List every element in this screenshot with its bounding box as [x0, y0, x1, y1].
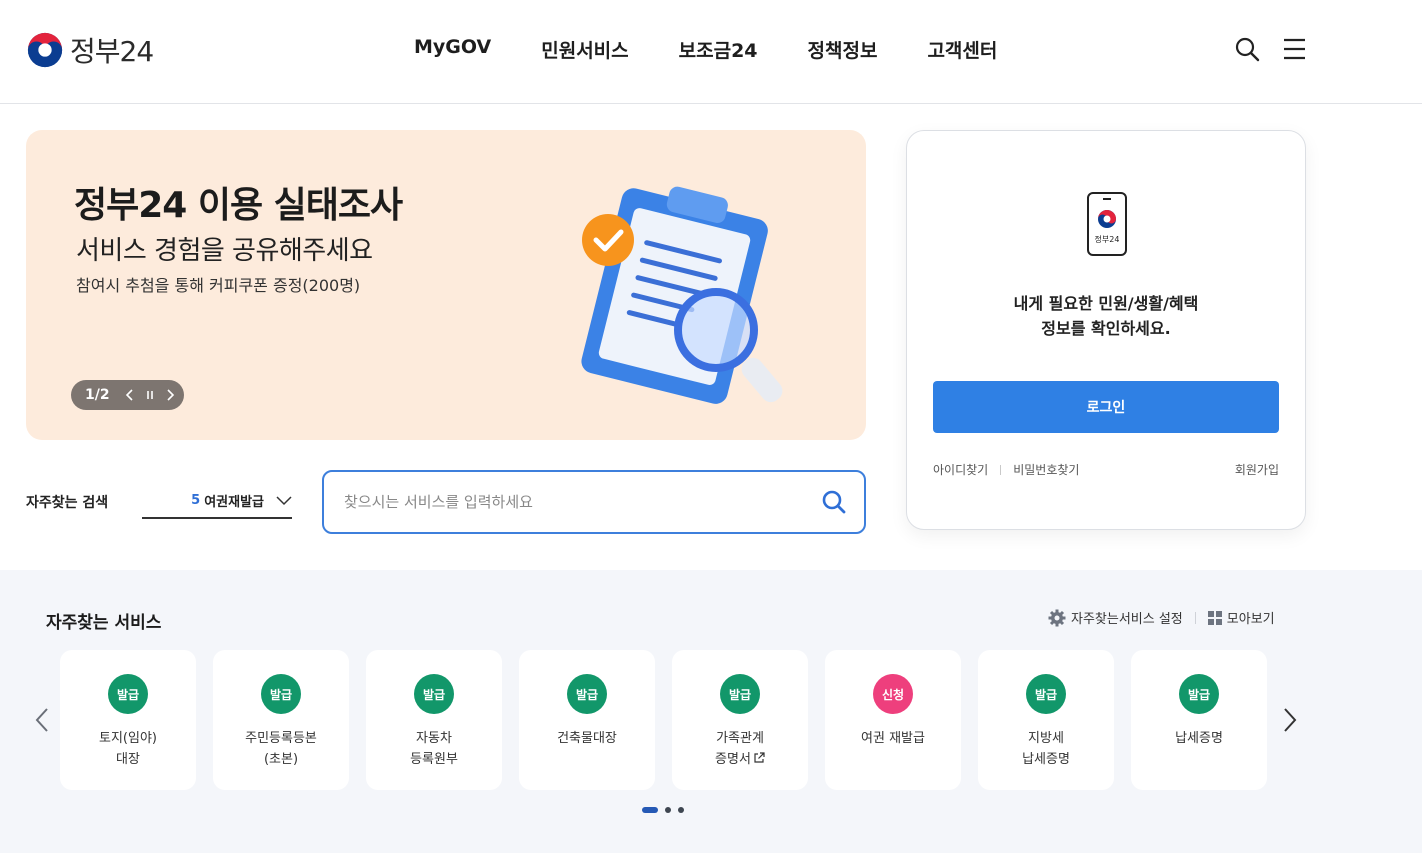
banner-pause-button[interactable] — [140, 385, 160, 405]
chevron-right-icon — [167, 389, 174, 401]
popular-search-label: 자주찾는 검색 — [26, 495, 109, 511]
login-message-line2: 정보를 확인하세요. — [1041, 319, 1171, 338]
site-header: 정부24 MyGOV 민원서비스 보조금24 정책정보 고객센터 — [0, 0, 1422, 104]
logo-text: 정부24 — [70, 35, 154, 68]
issue-badge: 발급 — [261, 674, 301, 714]
services-tools: 자주찾는서비스 설정 모아보기 — [1048, 608, 1275, 627]
login-links: 아이디찾기 비밀번호찾기 회원가입 — [933, 461, 1279, 478]
nav-mygov[interactable]: MyGOV — [414, 36, 491, 63]
service-card-family-certificate[interactable]: 발급 가족관계 증명서 — [672, 650, 808, 790]
service-search-box — [322, 470, 866, 534]
hamburger-menu-icon[interactable] — [1281, 36, 1307, 62]
main-nav: MyGOV 민원서비스 보조금24 정책정보 고객센터 — [414, 36, 997, 63]
service-card-label: 주민등록등본 (초본) — [245, 731, 317, 767]
service-card-passport-reissue[interactable]: 신청 여권 재발급 — [825, 650, 961, 790]
login-button[interactable]: 로그인 — [933, 381, 1279, 433]
nav-civil-services[interactable]: 민원서비스 — [541, 36, 628, 63]
service-cards: 발급 토지(임야) 대장 발급 주민등록등본 (초본) 발급 자동차 등록원부 … — [60, 650, 1267, 790]
issue-badge: 발급 — [414, 674, 454, 714]
service-search-button[interactable] — [804, 472, 864, 532]
popular-keyword-dropdown[interactable]: 5 여권재발급 — [142, 484, 292, 519]
service-card-label: 자동차 등록원부 — [410, 731, 458, 767]
banner-prev-button[interactable] — [120, 385, 140, 405]
issue-badge: 발급 — [1179, 674, 1219, 714]
services-settings-button[interactable]: 자주찾는서비스 설정 — [1048, 608, 1183, 627]
nav-customer-center[interactable]: 고객센터 — [927, 36, 997, 63]
banner-subtitle: 서비스 경험을 공유해주세요 — [76, 236, 373, 266]
signup-link[interactable]: 회원가입 — [1235, 461, 1279, 478]
apply-badge: 신청 — [873, 674, 913, 714]
clipboard-magnifier-illustration — [581, 186, 783, 404]
service-card-vehicle-register[interactable]: 발급 자동차 등록원부 — [366, 650, 502, 790]
view-all-label: 모아보기 — [1226, 612, 1275, 627]
issue-badge: 발급 — [567, 674, 607, 714]
login-message: 내게 필요한 민원/생활/혜택 정보를 확인하세요. — [907, 291, 1305, 341]
services-title: 자주찾는 서비스 — [46, 613, 162, 633]
view-all-button[interactable]: 모아보기 — [1207, 608, 1275, 627]
banner-title: 정부24 이용 실태조사 — [74, 185, 403, 226]
carousel-prev-arrow-icon[interactable] — [32, 705, 52, 735]
banner-controls: 1/2 — [71, 380, 184, 410]
pause-icon — [146, 391, 153, 399]
issue-badge: 발급 — [1026, 674, 1066, 714]
banner-page-indicator: 1/2 — [85, 387, 110, 403]
phone-label: 정부24 — [1095, 234, 1120, 244]
gear-icon — [1048, 609, 1066, 626]
service-card-building-register[interactable]: 발급 건축물대장 — [519, 650, 655, 790]
frequent-services-section: 자주찾는 서비스 자주찾는서비스 설정 모아보기 발급 토지(임야) 대장 발급 — [0, 570, 1422, 853]
taegeuk-logo-icon — [27, 32, 63, 68]
link-divider — [1000, 464, 1002, 475]
banner-description: 참여시 추첨을 통해 커피쿠폰 증정(200명) — [76, 276, 361, 295]
service-card-label: 토지(임야) 대장 — [99, 731, 157, 767]
issue-badge: 발급 — [108, 674, 148, 714]
mobile-gov24-icon: 정부24 — [1087, 192, 1127, 256]
tools-divider — [1194, 611, 1196, 624]
service-card-tax-certificate[interactable]: 발급 납세증명 — [1131, 650, 1267, 790]
issue-badge: 발급 — [720, 674, 760, 714]
service-card-label: 여권 재발급 — [861, 731, 925, 746]
services-settings-label: 자주찾는서비스 설정 — [1071, 612, 1183, 627]
nav-policy-info[interactable]: 정책정보 — [808, 36, 878, 63]
gov24-logo[interactable]: 정부24 — [26, 30, 154, 70]
nav-subsidy24[interactable]: 보조금24 — [679, 36, 758, 63]
chevron-left-icon — [125, 389, 133, 401]
grid-icon — [1207, 610, 1222, 625]
banner-next-button[interactable] — [160, 385, 180, 405]
search-icon — [822, 490, 846, 514]
login-message-line1: 내게 필요한 민원/생활/혜택 — [1013, 294, 1199, 313]
pagination-dot-3[interactable] — [678, 807, 684, 813]
service-card-label: 납세증명 — [1175, 731, 1223, 746]
search-icon[interactable] — [1234, 36, 1260, 62]
keyword-text: 여권재발급 — [204, 495, 264, 510]
service-card-label: 건축물대장 — [557, 731, 617, 746]
chevron-down-icon — [276, 495, 292, 505]
promo-banner[interactable]: 정부24 이용 실태조사 서비스 경험을 공유해주세요 참여시 추첨을 통해 커… — [26, 130, 866, 440]
keyword-rank: 5 — [191, 493, 201, 508]
service-card-land-register[interactable]: 발급 토지(임야) 대장 — [60, 650, 196, 790]
find-id-link[interactable]: 아이디찾기 — [933, 461, 988, 478]
pagination-dot-2[interactable] — [665, 807, 671, 813]
carousel-next-arrow-icon[interactable] — [1280, 705, 1300, 735]
login-card: 정부24 내게 필요한 민원/생활/혜택 정보를 확인하세요. 로그인 아이디찾… — [906, 130, 1306, 530]
service-card-label: 지방세 납세증명 — [1022, 731, 1070, 767]
service-card-local-tax-certificate[interactable]: 발급 지방세 납세증명 — [978, 650, 1114, 790]
service-card-label: 가족관계 증명서 — [715, 728, 765, 770]
service-card-resident-registration[interactable]: 발급 주민등록등본 (초본) — [213, 650, 349, 790]
external-link-icon — [754, 752, 765, 763]
find-password-link[interactable]: 비밀번호찾기 — [1013, 461, 1079, 478]
service-search-input[interactable] — [344, 493, 804, 511]
pagination-dot-1[interactable] — [642, 807, 658, 813]
carousel-pagination — [642, 807, 684, 813]
